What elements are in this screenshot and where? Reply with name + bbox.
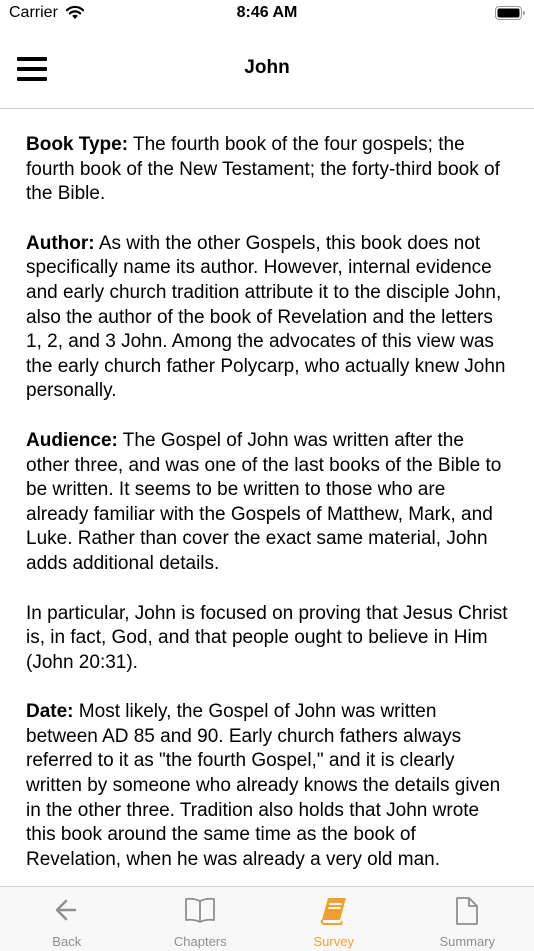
survey-article: Book Type: The fourth book of the four g… xyxy=(0,109,534,872)
paragraph-author: Author: As with the other Gospels, this … xyxy=(26,232,508,404)
tab-label: Chapters xyxy=(134,934,268,949)
tab-label: Back xyxy=(0,934,134,949)
status-time: 8:46 AM xyxy=(0,4,534,22)
paragraph-focus: In particular, John is focused on provin… xyxy=(26,602,508,676)
tab-label: Survey xyxy=(267,934,401,949)
paragraph-date: Date: Most likely, the Gospel of John wa… xyxy=(26,700,508,872)
paragraph-text: In particular, John is focused on provin… xyxy=(26,603,508,673)
page-title: John xyxy=(0,57,534,79)
tab-bar: Back Chapters Survey Summary xyxy=(0,886,534,951)
tab-back[interactable]: Back xyxy=(0,887,134,951)
document-icon xyxy=(454,896,480,926)
paragraph-book-type: Book Type: The fourth book of the four g… xyxy=(26,133,508,207)
tab-label: Summary xyxy=(401,934,534,949)
paragraph-label: Book Type: xyxy=(26,134,128,155)
battery-icon xyxy=(495,6,526,26)
paragraph-label: Author: xyxy=(26,233,95,254)
paragraph-label: Audience: xyxy=(26,430,118,451)
status-bar: Carrier 8:46 AM xyxy=(0,0,534,28)
navigation-bar: John xyxy=(0,28,534,109)
survey-content[interactable]: Book Type: The fourth book of the four g… xyxy=(0,109,534,886)
paragraph-label: Date: xyxy=(26,701,74,722)
paragraph-audience: Audience: The Gospel of John was written… xyxy=(26,429,508,577)
paragraph-text: As with the other Gospels, this book doe… xyxy=(26,233,505,402)
book-open-icon xyxy=(184,896,216,924)
tab-survey[interactable]: Survey xyxy=(267,887,401,951)
book-stack-icon xyxy=(319,896,349,926)
tab-chapters[interactable]: Chapters xyxy=(134,887,268,951)
paragraph-text: Most likely, the Gospel of John was writ… xyxy=(26,701,500,870)
tab-summary[interactable]: Summary xyxy=(401,887,534,951)
paragraph-text: The Gospel of John was written after the… xyxy=(26,430,501,574)
back-arrow-icon xyxy=(53,896,81,924)
